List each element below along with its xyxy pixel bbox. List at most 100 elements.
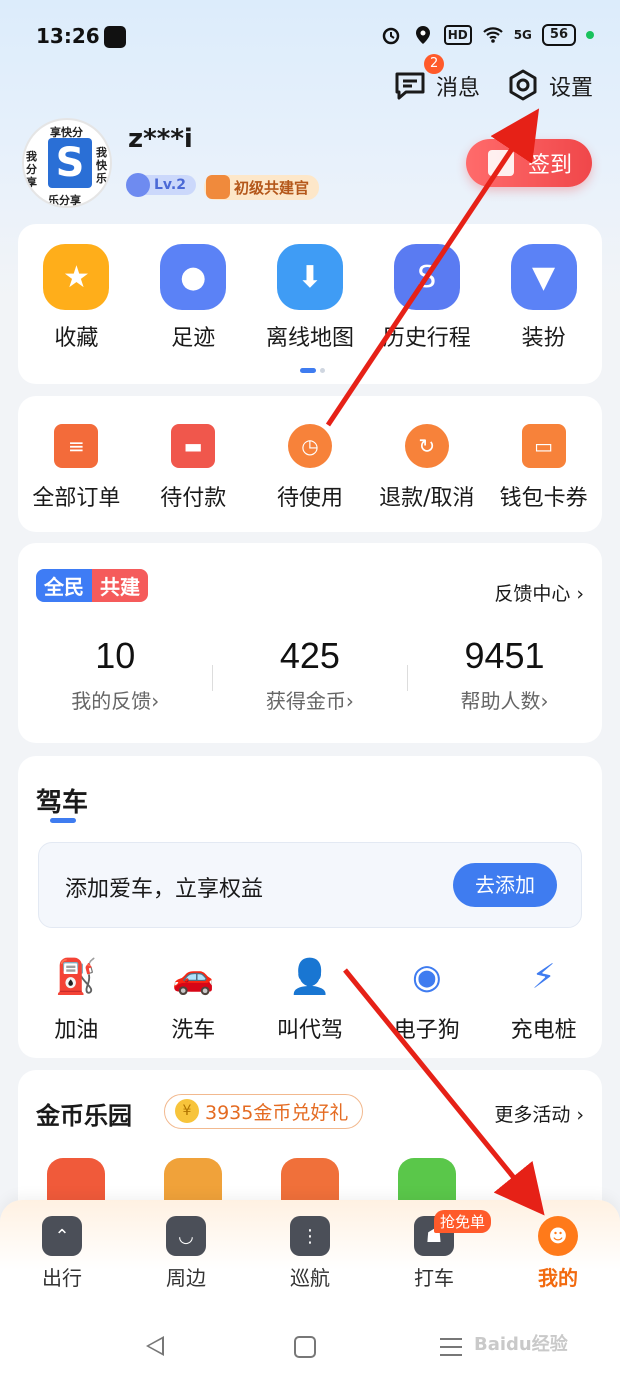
driver-icon: 👤 <box>288 957 332 997</box>
calendar-icon <box>488 150 514 176</box>
quick-item-label: 历史行程 <box>382 326 471 351</box>
messages-button[interactable]: 2 消息 <box>392 54 481 104</box>
tab-label: 打车 <box>414 1266 454 1290</box>
camera-dog-icon: ◉ <box>411 957 442 997</box>
alarm-icon <box>382 27 399 45</box>
system-back-button[interactable] <box>146 1336 164 1356</box>
driving-item-label: 充电桩 <box>510 1018 577 1043</box>
order-item-3[interactable]: ↻ 退款/取消 <box>368 424 485 512</box>
system-recents-button[interactable] <box>440 1338 462 1356</box>
battery-dot <box>586 31 594 39</box>
battery-icon: 56 <box>541 24 576 46</box>
coins-title: 金币乐园 <box>36 1102 132 1130</box>
quick-grid-card: ★ 收藏 ● 足迹 ⬇ 离线地图 S 历史行程 ▼ 装扮 <box>18 224 602 384</box>
tab-travel[interactable]: ⌃ 出行 <box>0 1200 124 1300</box>
more-activities-link[interactable]: 更多活动 › <box>494 1100 584 1127</box>
title-badge[interactable]: 初级共建官 <box>204 175 320 200</box>
stat-value: 10 <box>95 635 136 676</box>
driving-item-label: 叫代驾 <box>276 1018 343 1043</box>
tab-nearby[interactable]: ◡ 周边 <box>124 1200 248 1300</box>
bottom-nav: ⌃ 出行 ◡ 周边 ⋮ 巡航 ☗ 打车 抢免单 ☻ 我的 <box>0 1200 620 1300</box>
charging-icon: ⚡ <box>531 957 556 997</box>
level-badge[interactable]: Lv.2 <box>126 173 196 197</box>
location-icon <box>415 26 430 44</box>
tshirt-icon: ▼ <box>510 244 577 310</box>
order-item-label: 待付款 <box>160 486 227 511</box>
system-home-button[interactable] <box>294 1336 316 1358</box>
messages-label: 消息 <box>436 76 481 101</box>
tab-cruise[interactable]: ⋮ 巡航 <box>248 1200 372 1300</box>
card-icon: ▬ <box>171 424 216 468</box>
username[interactable]: z***i <box>128 124 193 154</box>
driving-grid: ⛽ 加油 🚗 洗车 👤 叫代驾 ◉ 电子狗 ⚡ 充电桩 <box>18 954 602 1044</box>
avatar[interactable]: 享快分 我分享 我快乐 乐分享 S <box>22 118 112 208</box>
checkin-label: 签到 <box>528 153 573 178</box>
quick-item-1[interactable]: ● 足迹 <box>135 244 252 352</box>
driving-item-4[interactable]: ⚡ 充电桩 <box>485 954 602 1044</box>
community-tag-b: 共建 <box>92 569 148 602</box>
stat-item-2[interactable]: 9451 帮助人数› <box>407 635 602 714</box>
driving-item-2[interactable]: 👤 叫代驾 <box>252 954 369 1044</box>
tab-label: 周边 <box>166 1266 206 1290</box>
driving-item-label: 电子狗 <box>393 1018 460 1043</box>
quick-item-0[interactable]: ★ 收藏 <box>18 244 135 352</box>
car-wash-icon: 🚗 <box>172 957 215 997</box>
community-tag-a: 全民 <box>36 569 92 602</box>
order-item-label: 钱包卡券 <box>499 486 588 511</box>
watermark: Baidu经验 <box>474 1334 568 1355</box>
quick-grid: ★ 收藏 ● 足迹 ⬇ 离线地图 S 历史行程 ▼ 装扮 <box>18 244 602 352</box>
hd-icon: HD <box>443 25 472 45</box>
cruise-icon: ⋮ <box>290 1216 330 1256</box>
signal-icon: 5G <box>513 28 532 42</box>
stat-label: 获得金币› <box>265 689 354 713</box>
nearby-icon: ◡ <box>166 1216 206 1256</box>
tab-me[interactable]: ☻ 我的 <box>496 1200 620 1300</box>
avatar-logo: S <box>48 138 92 188</box>
settings-label: 设置 <box>549 76 594 101</box>
quick-item-2[interactable]: ⬇ 离线地图 <box>252 244 369 352</box>
status-time: 13:26 <box>36 24 100 48</box>
clock-icon: ◷ <box>287 424 332 468</box>
coins-exchange-pill[interactable]: 3935金币兑好礼 <box>164 1094 364 1129</box>
stat-divider <box>407 665 408 691</box>
stat-label: 帮助人数› <box>460 689 549 713</box>
driving-item-1[interactable]: 🚗 洗车 <box>135 954 252 1044</box>
community-tag: 全民 共建 <box>36 569 148 602</box>
quick-item-label: 收藏 <box>54 326 99 351</box>
add-car-text: 添加爱车，立享权益 <box>65 877 264 902</box>
page-indicator <box>300 368 325 373</box>
avatar-text-bottom: 乐分享 <box>48 194 81 207</box>
quick-item-label: 足迹 <box>171 326 216 351</box>
add-car-button[interactable]: 去添加 <box>453 863 557 907</box>
add-car-banner[interactable]: 添加爱车，立享权益 去添加 <box>38 842 582 928</box>
quick-item-3[interactable]: S 历史行程 <box>368 244 485 352</box>
avatar-text-left: 我分享 <box>26 150 37 189</box>
order-item-0[interactable]: ≡ 全部订单 <box>18 424 135 512</box>
order-item-4[interactable]: ▭ 钱包卡券 <box>485 424 602 512</box>
driving-item-label: 洗车 <box>171 1018 216 1043</box>
settings-button[interactable]: 设置 <box>505 68 593 104</box>
quick-item-label: 装扮 <box>521 326 566 351</box>
tab-label: 我的 <box>538 1266 578 1290</box>
checkin-button[interactable]: 签到 <box>466 139 592 187</box>
tab-taxi[interactable]: ☗ 打车 抢免单 <box>372 1200 496 1300</box>
travel-icon: ⌃ <box>42 1216 82 1256</box>
refresh-icon: ↻ <box>404 424 449 468</box>
order-list-icon: ≡ <box>54 424 99 468</box>
quick-item-4[interactable]: ▼ 装扮 <box>485 244 602 352</box>
driving-item-3[interactable]: ◉ 电子狗 <box>368 954 485 1044</box>
stat-value: 425 <box>279 635 340 676</box>
driving-card: 驾车 添加爱车，立享权益 去添加 ⛽ 加油 🚗 洗车 👤 叫代驾 ◉ 电子狗 ⚡ 充电桩 <box>18 756 602 1058</box>
feedback-center-link[interactable]: 反馈中心 › <box>494 579 584 606</box>
driving-item-0[interactable]: ⛽ 加油 <box>18 954 135 1044</box>
gear-icon <box>509 69 537 101</box>
wifi-icon <box>482 27 503 43</box>
stat-item-0[interactable]: 10 我的反馈› <box>18 635 213 714</box>
stat-item-1[interactable]: 425 获得金币› <box>213 635 408 714</box>
wallet-icon: ▭ <box>521 424 566 468</box>
star-icon: ★ <box>43 244 110 310</box>
avatar-text-right: 我快乐 <box>96 146 107 185</box>
order-item-2[interactable]: ◷ 待使用 <box>252 424 369 512</box>
order-item-label: 全部订单 <box>32 486 121 511</box>
order-item-1[interactable]: ▬ 待付款 <box>135 424 252 512</box>
